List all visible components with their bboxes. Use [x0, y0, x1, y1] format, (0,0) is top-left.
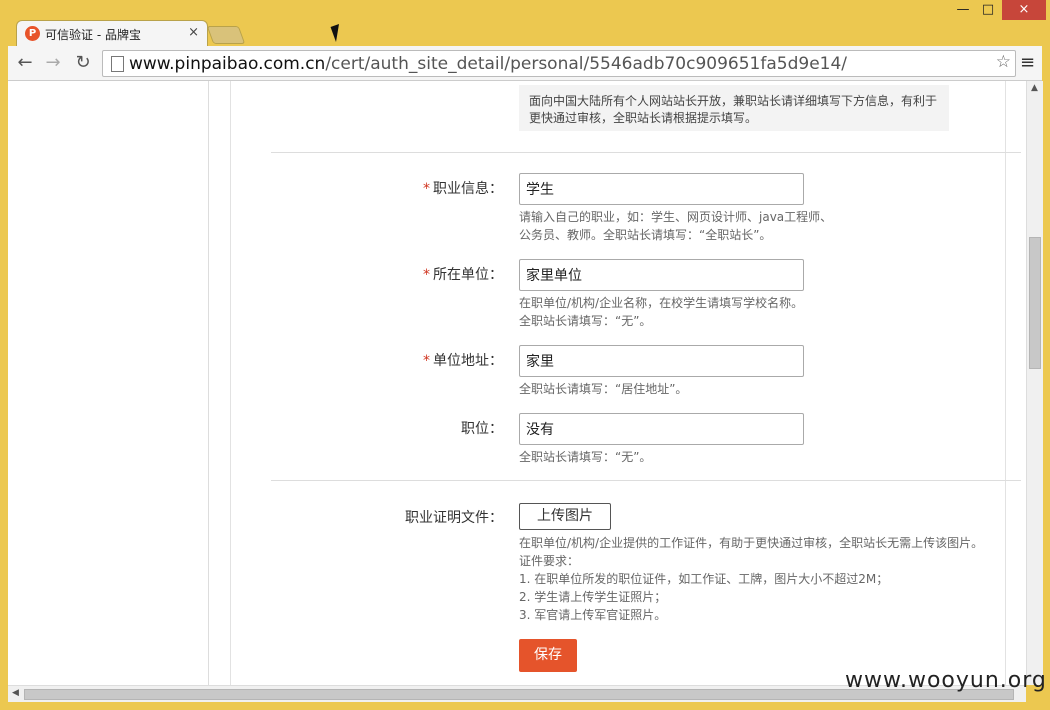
employer-label: * 所在单位：: [423, 267, 503, 283]
position-input[interactable]: [519, 413, 804, 445]
bookmark-star-icon[interactable]: ☆: [996, 52, 1011, 72]
url-text[interactable]: www.pinpaibao.com.cn/cert/auth_site_deta…: [129, 54, 847, 74]
site-favicon-icon: P: [25, 26, 40, 41]
tab-close-icon[interactable]: ×: [188, 25, 199, 40]
browser-menu-icon[interactable]: ≡: [1020, 52, 1035, 73]
section-divider: [271, 480, 1021, 481]
required-mark: *: [423, 353, 430, 369]
address-label: * 单位地址：: [423, 353, 503, 369]
required-mark: *: [423, 181, 430, 197]
new-tab-button[interactable]: [206, 26, 246, 44]
vertical-scrollbar[interactable]: ▲: [1026, 81, 1043, 685]
maximize-button[interactable]: □: [976, 0, 1000, 20]
page-icon: [111, 56, 124, 72]
employer-input[interactable]: [519, 259, 804, 291]
proof-label: 职业证明文件：: [405, 510, 503, 526]
browser-toolbar: ← → ↻ www.pinpaibao.com.cn/cert/auth_sit…: [8, 46, 1042, 81]
section-divider: [271, 152, 1021, 153]
reload-button[interactable]: ↻: [72, 52, 94, 74]
url-path: /cert/auth_site_detail/personal/5546adb7…: [325, 54, 848, 74]
save-button[interactable]: 保存: [519, 639, 577, 672]
address-input[interactable]: [519, 345, 804, 377]
watermark: www.wooyun.org: [845, 668, 1047, 693]
forward-button[interactable]: →: [42, 52, 64, 74]
page-viewport: 面向中国大陆所有个人网站站长开放，兼职站长请详细填写下方信息，有利于 更快通过审…: [8, 81, 1026, 685]
required-mark: *: [423, 267, 430, 283]
tab-title: 可信验证 - 品牌宝: [45, 28, 141, 42]
browser-tab[interactable]: P 可信验证 - 品牌宝 ×: [16, 20, 208, 47]
mouse-cursor-icon: [330, 23, 345, 43]
occupation-label: * 职业信息：: [423, 181, 503, 197]
minimize-button[interactable]: —: [950, 0, 976, 20]
scroll-up-icon[interactable]: ▲: [1031, 83, 1038, 93]
position-label: 职位：: [461, 421, 503, 437]
address-hint: 全职站长请填写：“居住地址”。: [519, 382, 688, 396]
vertical-scroll-thumb[interactable]: [1029, 237, 1041, 369]
employer-hint: 在职单位/机构/企业名称，在校学生请填写学校名称。 全职站长请填写：“无”。: [519, 296, 804, 328]
url-host: www.pinpaibao.com.cn: [129, 54, 326, 74]
occupation-input[interactable]: [519, 173, 804, 205]
title-bar: P 可信验证 - 品牌宝 × — □ ×: [0, 0, 1050, 47]
notice-line: 面向中国大陆所有个人网站站长开放，兼职站长请详细填写下方信息，有利于: [529, 94, 938, 108]
proof-hint: 在职单位/机构/企业提供的工作证件，有助于更快通过审核，全职站长无需上传该图片。…: [519, 536, 984, 622]
back-button[interactable]: ←: [14, 52, 36, 74]
occupation-hint: 请输入自己的职业，如：学生、网页设计师、java工程师、 公务员、教师。全职站长…: [519, 210, 833, 242]
address-bar[interactable]: www.pinpaibao.com.cn/cert/auth_site_deta…: [102, 50, 1016, 77]
close-window-button[interactable]: ×: [1002, 0, 1046, 20]
upload-image-button[interactable]: 上传图片: [519, 503, 611, 530]
notice-line: 更快通过审核，全职站长请根据提示填写。: [529, 111, 758, 125]
scroll-left-icon[interactable]: ◀: [12, 688, 19, 698]
notice-box: 面向中国大陆所有个人网站站长开放，兼职站长请详细填写下方信息，有利于 更快通过审…: [519, 85, 949, 131]
form-panel: 面向中国大陆所有个人网站站长开放，兼职站长请详细填写下方信息，有利于 更快通过审…: [230, 81, 1021, 685]
position-hint: 全职站长请填写：“无”。: [519, 450, 652, 464]
left-sidebar: [8, 81, 209, 685]
